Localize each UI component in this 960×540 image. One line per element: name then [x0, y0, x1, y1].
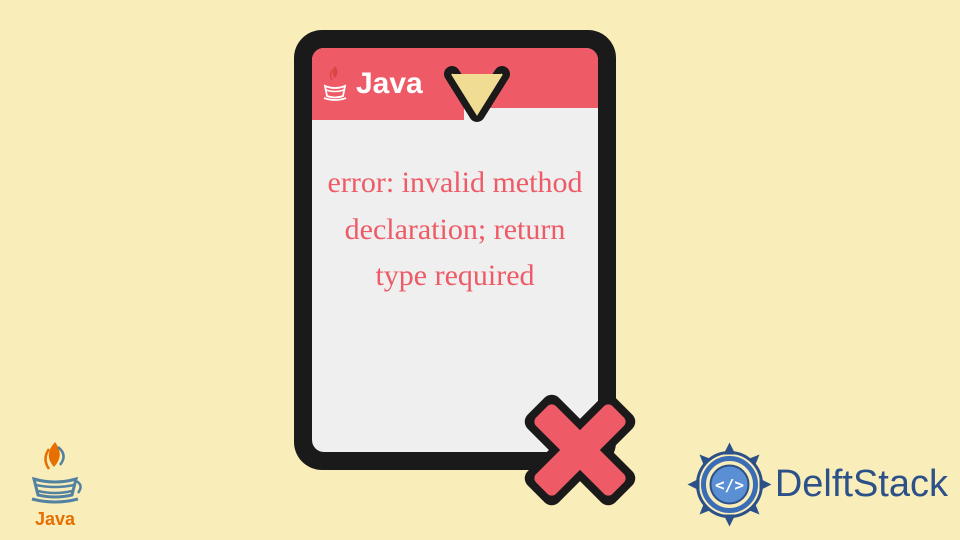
error-message: error: invalid method declaration; retur…: [326, 160, 584, 300]
svg-text:</>: </>: [715, 476, 744, 495]
delft-gear-icon: </>: [682, 437, 777, 532]
java-cup-icon: [320, 64, 350, 104]
svg-text:Java: Java: [35, 509, 76, 529]
java-logo-bottom: Java: [20, 437, 90, 532]
error-x-icon: [500, 370, 660, 530]
java-tab-label: Java: [356, 67, 423, 101]
delftstack-text: DelftStack: [775, 463, 948, 506]
java-tab: Java: [312, 48, 464, 120]
notch-border: [444, 66, 510, 124]
delftstack-logo: </> DelftStack: [682, 437, 948, 532]
